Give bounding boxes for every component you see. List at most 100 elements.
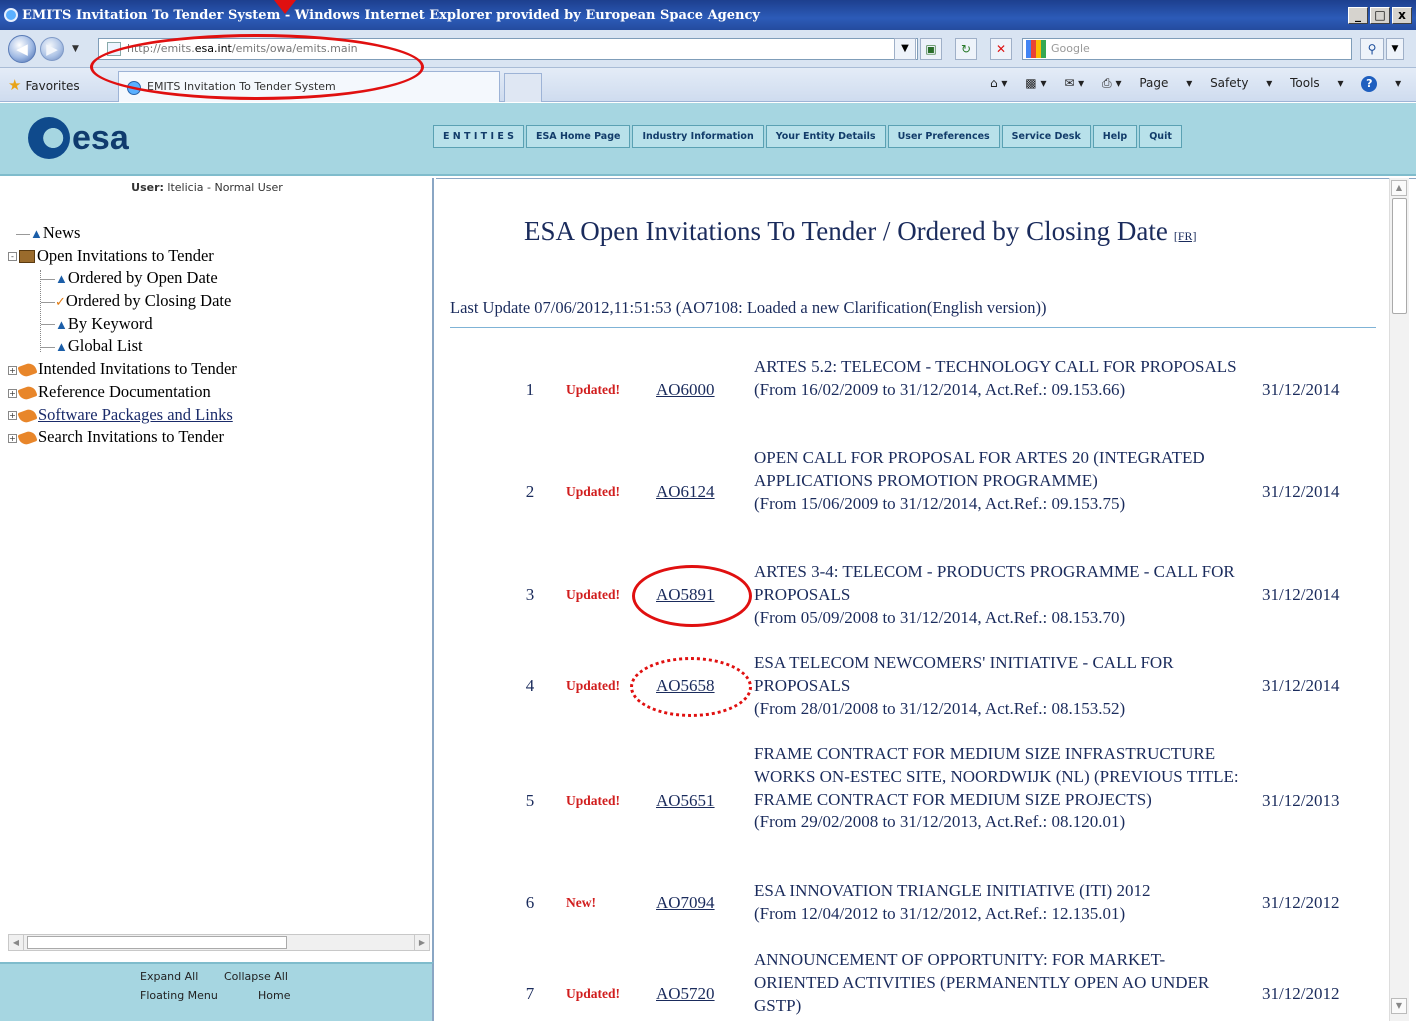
menu-user-preferences[interactable]: User Preferences (887, 125, 1000, 148)
tender-period: (From 12/04/2012 to 31/12/2012, Act.Ref.… (754, 903, 1126, 923)
tree-item-software-packages[interactable]: + Software Packages and Links (8, 404, 237, 427)
collapse-icon[interactable]: - (8, 252, 17, 262)
home-icon[interactable]: ⌂ ▾ (990, 76, 1007, 90)
tender-title: ARTES 3-4: TELECOM - PRODUCTS PROGRAMME … (754, 562, 1235, 604)
expand-icon[interactable]: + (8, 433, 17, 443)
tender-period: (From 15/06/2009 to 31/12/2014, Act.Ref.… (754, 493, 1126, 513)
menu-your-entity-details[interactable]: Your Entity Details (765, 125, 886, 148)
book-icon (19, 250, 35, 264)
home-link[interactable]: Home (258, 989, 290, 1002)
tree-item-reference-documentation[interactable]: + Reference Documentation (8, 381, 237, 404)
refresh-icon[interactable]: ↻ (955, 38, 977, 60)
page-title: ESA Open Invitations To Tender / Ordered… (524, 216, 1197, 246)
google-icon (1026, 40, 1046, 58)
scroll-down-icon[interactable]: ▼ (1391, 998, 1407, 1014)
search-input[interactable]: Google (1022, 38, 1352, 60)
new-tab-button[interactable] (504, 73, 542, 102)
safety-menu[interactable]: Safety ▾ (1210, 76, 1272, 90)
maximize-button[interactable]: □ (1370, 7, 1390, 24)
ao-link[interactable]: AO6124 (656, 482, 715, 502)
address-field[interactable]: http://emits.esa.int/emits/owa/emits.mai… (98, 38, 918, 60)
back-button[interactable]: ◀ (8, 35, 36, 63)
expand-icon[interactable]: + (8, 365, 17, 375)
ao-link[interactable]: AO5658 (656, 676, 715, 696)
user-value: ltelicia - Normal User (167, 181, 283, 194)
scroll-thumb[interactable] (27, 936, 287, 949)
close-button[interactable]: x (1392, 7, 1412, 24)
user-info: User: ltelicia - Normal User (0, 181, 414, 194)
ao-link[interactable]: AO5891 (656, 585, 715, 605)
search-icon[interactable]: ⚲ (1360, 38, 1384, 60)
tender-title: FRAME CONTRACT FOR MEDIUM SIZE INFRASTRU… (754, 744, 1239, 809)
minimize-button[interactable]: _ (1348, 7, 1368, 24)
address-dropdown-icon[interactable]: ▼ (894, 38, 916, 60)
url-host: esa.int (194, 42, 232, 55)
tree-item-ordered-by-closing-date[interactable]: ✓Ordered by Closing Date (8, 290, 237, 313)
tree-item-search-invitations[interactable]: + Search Invitations to Tender (8, 426, 237, 449)
expand-icon[interactable]: + (8, 411, 17, 421)
favorites-label: Favorites (25, 79, 80, 93)
status-badge: Updated! (566, 484, 621, 499)
ao-link[interactable]: AO5720 (656, 984, 715, 1004)
ao-link[interactable]: AO7094 (656, 893, 715, 913)
status-badge: New! (566, 895, 596, 910)
url-suffix: /emits/owa/emits.main (231, 42, 358, 55)
menu-service-desk[interactable]: Service Desk (1001, 125, 1091, 148)
esa-logo: esa (28, 117, 129, 159)
ao-link[interactable]: AO6000 (656, 380, 715, 400)
row-number: 1 (525, 380, 535, 399)
expand-all-link[interactable]: Expand All (140, 970, 198, 983)
tree-item-by-keyword[interactable]: ▲By Keyword (8, 313, 237, 336)
scroll-left-icon[interactable]: ◀ (9, 935, 24, 950)
tree-item-open-invitations[interactable]: - Open Invitations to Tender (8, 245, 237, 268)
tree-item-ordered-by-open-date[interactable]: ▲Ordered by Open Date (8, 267, 237, 290)
tree-item-global-list[interactable]: ▲Global List (8, 335, 237, 358)
french-version-link[interactable]: [FR] (1174, 229, 1197, 243)
book-icon (17, 429, 38, 447)
scroll-right-icon[interactable]: ▶ (414, 935, 429, 950)
separator (450, 327, 1376, 328)
recent-pages-dropdown-icon[interactable]: ▼ (72, 44, 79, 54)
favorites-button[interactable]: ★ Favorites (8, 76, 80, 94)
help-menu[interactable]: ? ▾ (1361, 76, 1401, 92)
tender-description: FRAME CONTRACT FOR MEDIUM SIZE INFRASTRU… (754, 743, 1244, 834)
menu-esa-home-page[interactable]: ESA Home Page (525, 125, 631, 148)
closing-date: 31/12/2012 (1262, 984, 1340, 1003)
highlight-arrow-icon (274, 0, 296, 14)
vertical-scrollbar[interactable]: ▲ ▼ (1389, 178, 1409, 1021)
tree-item-intended-invitations[interactable]: + Intended Invitations to Tender (8, 358, 237, 381)
compatibility-view-icon[interactable]: ▣ (920, 38, 942, 60)
floating-menu-link[interactable]: Floating Menu (140, 989, 218, 1002)
search-options-dropdown-icon[interactable]: ▼ (1386, 38, 1404, 60)
page-menu[interactable]: Page ▾ (1139, 76, 1192, 90)
closing-date: 31/12/2014 (1262, 676, 1340, 695)
tree-item-news[interactable]: ▲News (8, 222, 237, 245)
expand-icon[interactable]: + (8, 388, 17, 398)
horizontal-scrollbar[interactable]: ◀ ▶ (8, 934, 430, 951)
ao-link[interactable]: AO5651 (656, 791, 715, 811)
scroll-thumb[interactable] (1392, 198, 1407, 314)
row-number: 3 (525, 585, 535, 604)
menu-quit[interactable]: Quit (1139, 125, 1182, 148)
mail-icon[interactable]: ✉ ▾ (1064, 76, 1084, 90)
menu-help[interactable]: Help (1092, 125, 1138, 148)
esa-logo-mark (28, 117, 70, 159)
star-icon: ★ (8, 76, 22, 94)
stop-icon[interactable]: ✕ (990, 38, 1012, 60)
tools-menu[interactable]: Tools ▾ (1290, 76, 1343, 90)
tender-description: ARTES 5.2: TELECOM - TECHNOLOGY CALL FOR… (754, 356, 1244, 402)
triangle-icon: ▲ (55, 271, 68, 287)
browser-tab[interactable]: EMITS Invitation To Tender System (118, 71, 500, 102)
menu-entities[interactable]: E N T I T I E S (433, 125, 524, 148)
print-icon[interactable]: ⎙ ▾ (1102, 76, 1121, 90)
last-update-text: Last Update 07/06/2012,11:51:53 (AO7108:… (450, 298, 1047, 317)
status-badge: Updated! (566, 793, 621, 808)
scroll-up-icon[interactable]: ▲ (1391, 180, 1407, 196)
book-icon (17, 361, 38, 379)
feeds-icon[interactable]: ▩ ▾ (1025, 76, 1046, 90)
address-toolbar: ◀ ▶ ▼ http://emits.esa.int/emits/owa/emi… (0, 30, 1416, 68)
forward-button[interactable]: ▶ (40, 37, 64, 61)
triangle-icon: ▲ (55, 339, 68, 355)
menu-industry-information[interactable]: Industry Information (632, 125, 764, 148)
collapse-all-link[interactable]: Collapse All (224, 970, 288, 983)
